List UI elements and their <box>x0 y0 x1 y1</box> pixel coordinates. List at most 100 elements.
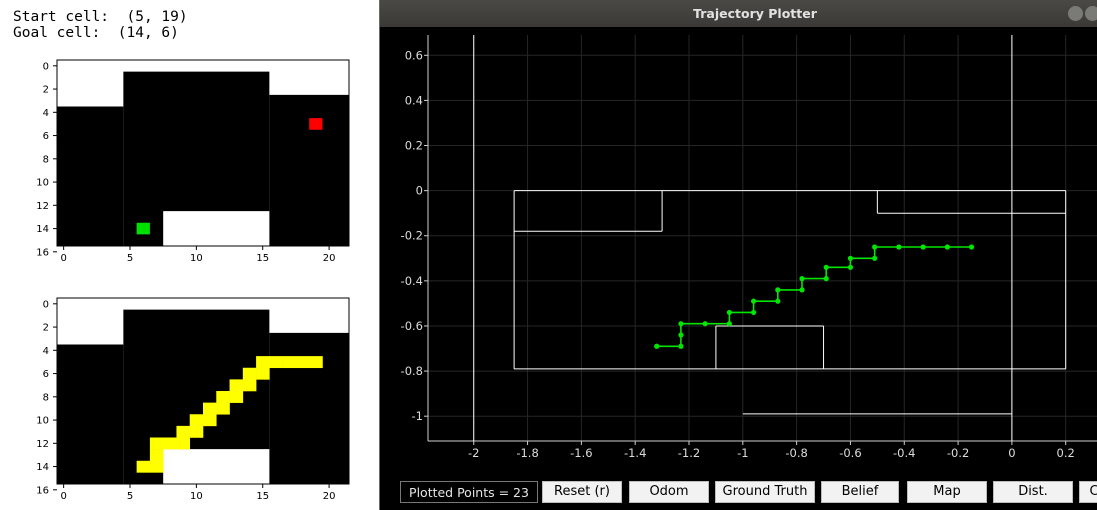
extra-button[interactable]: C <box>1079 481 1097 503</box>
path-cell <box>282 356 297 369</box>
free-space-region <box>57 106 124 246</box>
trajectory-point <box>678 321 684 327</box>
y-tick-label: 10 <box>36 416 49 427</box>
path-cell <box>229 391 244 403</box>
trajectory-point <box>968 244 975 250</box>
trajectory-point <box>920 244 926 250</box>
planned-path-map-plot: 0 2 4 6 8 10 12 14 16 0 5 10 15 20 <box>36 297 350 502</box>
obstacle-region <box>163 449 270 484</box>
x-tick-label: 0 <box>1008 446 1015 460</box>
trajectory-point <box>872 255 878 261</box>
x-tick-label: -1.2 <box>678 446 700 460</box>
trajectory-point <box>823 276 829 282</box>
path-cell <box>256 356 270 369</box>
y-tick-label: 8 <box>43 392 49 403</box>
x-tick-label: 10 <box>190 253 203 264</box>
x-tick-label: -0.2 <box>947 446 969 460</box>
start-cell-text: Start cell: (5, 19) <box>13 9 188 25</box>
x-tick-label: 15 <box>256 491 269 502</box>
path-cell <box>295 356 310 369</box>
trajectory-point <box>678 332 684 338</box>
path-cell <box>163 437 177 450</box>
trajectory-point <box>823 264 829 270</box>
window-title-bar[interactable]: Trajectory Plotter <box>380 0 1097 27</box>
y-tick-label: 0 <box>43 61 49 72</box>
trajectory-point <box>847 255 854 261</box>
trajectory-point <box>799 287 805 293</box>
trajectory-point <box>678 343 684 349</box>
path-cell <box>269 356 283 369</box>
trajectory-point <box>872 244 878 250</box>
goal-cell-marker <box>309 118 323 130</box>
x-tick-label: 0.2 <box>1057 446 1075 460</box>
x-tick-label: 15 <box>256 253 269 264</box>
plotter-toolbar: Plotted Points = 23 Reset (r) Odom Groun… <box>380 479 1097 510</box>
path-cell <box>256 367 270 380</box>
x-tick-label: -1 <box>737 446 748 460</box>
y-tick-label: 6 <box>43 131 49 142</box>
trajectory-point <box>750 309 757 316</box>
free-space-region <box>269 332 349 484</box>
path-cell <box>189 425 204 438</box>
x-tick-label: -0.4 <box>893 446 915 460</box>
x-tick-label: 5 <box>127 253 133 264</box>
y-tick-label: -0.2 <box>401 229 423 243</box>
path-cell <box>203 402 217 415</box>
goal-cell-text: Goal cell: (14, 6) <box>13 25 179 41</box>
y-tick-label: 10 <box>36 178 49 189</box>
x-tick-label: -1.8 <box>516 446 538 460</box>
y-tick-label: -0.6 <box>401 319 423 333</box>
y-tick-label: 0.2 <box>405 139 423 153</box>
x-tick-label: 5 <box>127 491 133 502</box>
x-tick-label: 20 <box>323 491 336 502</box>
y-tick-label: 8 <box>43 154 49 165</box>
minimize-button[interactable] <box>1068 6 1083 21</box>
path-cell <box>242 379 257 392</box>
x-tick-label: -1.6 <box>570 446 592 460</box>
ground-truth-button[interactable]: Ground Truth <box>715 481 815 503</box>
plotted-points-count: Plotted Points = 23 <box>400 481 538 503</box>
y-tick-label: 12 <box>36 439 49 450</box>
dist-button[interactable]: Dist. <box>993 481 1073 503</box>
y-tick-label: 2 <box>43 323 49 334</box>
x-tick-label: -1.4 <box>624 446 646 460</box>
y-tick-label: 0 <box>416 184 423 198</box>
map-button[interactable]: Map <box>907 481 987 503</box>
x-tick-label: 20 <box>323 253 336 264</box>
y-tick-label: -1 <box>412 409 423 423</box>
reset-button[interactable]: Reset (r) <box>542 481 622 503</box>
trajectory-point <box>654 343 660 349</box>
y-tick-label: 0 <box>43 299 49 310</box>
trajectory-point <box>944 244 950 250</box>
x-tick-label: 0 <box>60 491 66 502</box>
x-tick-label: -2 <box>468 446 479 460</box>
trajectory-plotter-window: Trajectory Plotter 0.6 0.4 0.2 0 -0.2 -0.4 -0.… <box>379 0 1097 510</box>
path-cell <box>229 379 244 392</box>
trajectory-point <box>726 309 732 316</box>
trajectory-plot: 0.6 0.4 0.2 0 -0.2 -0.4 -0.6 -0.8 -1 -2 -1.8 -1.6 -1… <box>401 35 1097 460</box>
start-cell-marker <box>136 222 150 235</box>
y-tick-label: 14 <box>36 224 49 235</box>
y-tick-label: 16 <box>36 485 49 496</box>
trajectory-point <box>775 298 781 304</box>
x-tick-label: -0.6 <box>839 446 861 460</box>
odom-button[interactable]: Odom <box>629 481 709 503</box>
path-cell <box>176 437 191 450</box>
y-tick-label: -0.8 <box>401 364 423 378</box>
y-tick-label: -0.4 <box>401 274 423 288</box>
belief-button[interactable]: Belief <box>821 481 899 503</box>
y-tick-label: 4 <box>43 108 49 119</box>
close-button[interactable] <box>1085 6 1097 21</box>
free-space-region <box>57 344 124 484</box>
path-cell <box>203 414 217 427</box>
y-tick-label: 0.4 <box>405 93 423 107</box>
trajectory-point <box>896 244 902 250</box>
window-title: Trajectory Plotter <box>693 6 817 21</box>
trajectory-line <box>656 246 972 348</box>
path-cell <box>242 367 257 380</box>
trajectory-point <box>726 321 732 327</box>
path-cell <box>216 391 230 403</box>
y-tick-label: 4 <box>43 346 49 357</box>
map-figure-panel: Start cell: (5, 19) Goal cell: (14, 6) 0… <box>0 0 380 510</box>
path-cell <box>136 460 151 473</box>
